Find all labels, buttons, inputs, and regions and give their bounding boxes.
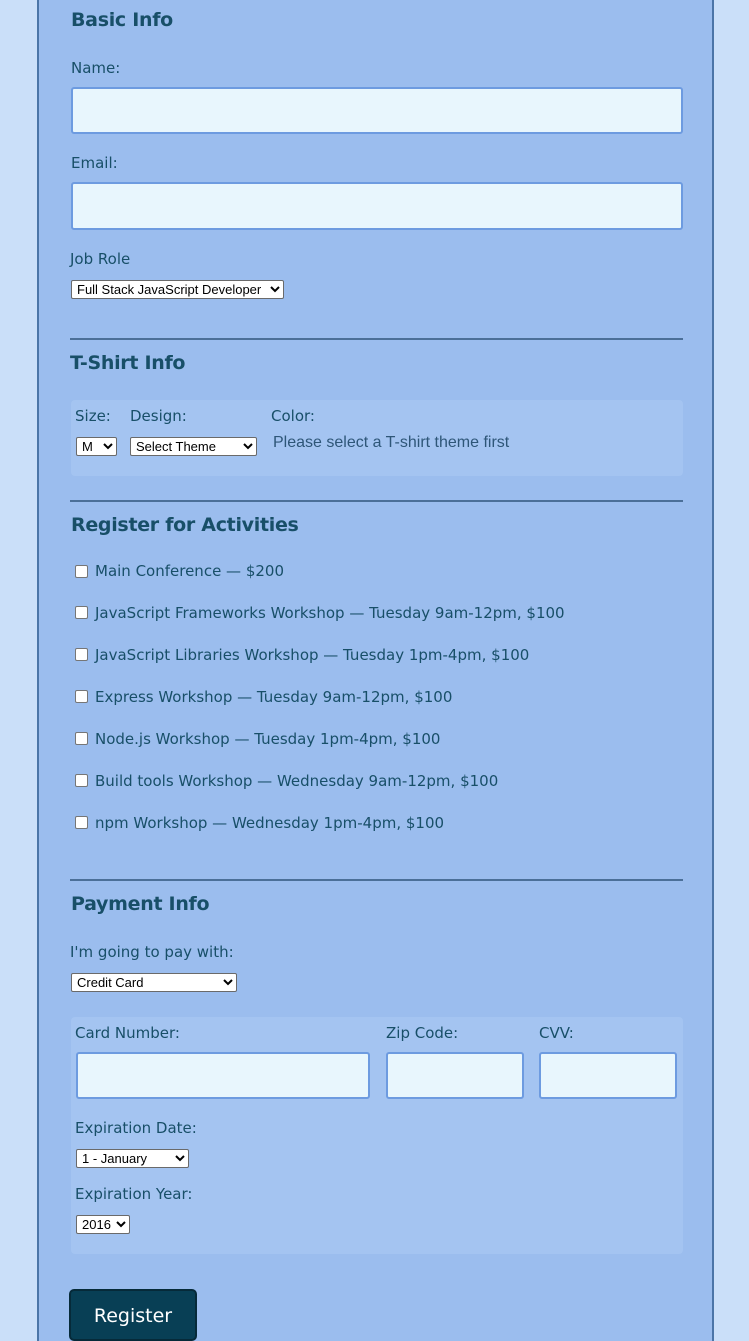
name-input[interactable] — [71, 87, 683, 134]
color-label: Color: — [271, 407, 315, 425]
payment-info-heading: Payment Info — [71, 893, 210, 915]
card-number-input[interactable] — [76, 1052, 370, 1099]
zip-code-label: Zip Code: — [386, 1024, 459, 1042]
activity-label: Express Workshop — Tuesday 9am-12pm, $10… — [95, 688, 453, 706]
register-button[interactable]: Register — [69, 1289, 197, 1341]
activity-label: JavaScript Frameworks Workshop — Tuesday… — [95, 604, 565, 622]
color-hint-text: Please select a T-shirt theme first — [273, 434, 510, 451]
activity-label: npm Workshop — Wednesday 1pm-4pm, $100 — [95, 814, 445, 832]
zip-code-input[interactable] — [386, 1052, 524, 1099]
size-select[interactable]: M — [76, 437, 117, 456]
activity-label: JavaScript Libraries Workshop — Tuesday … — [95, 646, 530, 664]
activity-checkbox[interactable] — [75, 565, 88, 578]
payment-method-label: I'm going to pay with: — [70, 943, 234, 961]
activity-checkbox[interactable] — [75, 690, 88, 703]
tshirt-info-heading: T-Shirt Info — [70, 352, 186, 374]
cvv-input[interactable] — [539, 1052, 677, 1099]
payment-method-select[interactable]: Credit Card — [71, 973, 237, 992]
card-number-label: Card Number: — [75, 1024, 180, 1042]
activity-checkbox[interactable] — [75, 732, 88, 745]
activity-label: Node.js Workshop — Tuesday 1pm-4pm, $100 — [95, 730, 441, 748]
expiration-year-label: Expiration Year: — [75, 1185, 193, 1203]
email-input[interactable] — [71, 182, 683, 230]
design-select[interactable]: Select Theme — [130, 437, 257, 456]
name-label: Name: — [71, 59, 121, 77]
activities-heading: Register for Activities — [71, 514, 299, 536]
section-divider — [70, 338, 683, 340]
activity-label: Main Conference — $200 — [95, 562, 285, 580]
expiration-year-select[interactable]: 2016 — [76, 1215, 130, 1234]
activity-checkbox[interactable] — [75, 816, 88, 829]
expiration-date-label: Expiration Date: — [75, 1119, 197, 1137]
job-role-select[interactable]: Full Stack JavaScript Developer — [71, 280, 284, 299]
basic-info-heading: Basic Info — [71, 9, 173, 31]
activity-checkbox[interactable] — [75, 774, 88, 787]
activity-checkbox[interactable] — [75, 606, 88, 619]
cvv-label: CVV: — [539, 1024, 574, 1042]
design-label: Design: — [130, 407, 187, 425]
job-role-label: Job Role — [70, 250, 131, 268]
activity-label: Build tools Workshop — Wednesday 9am-12p… — [95, 772, 499, 790]
email-label: Email: — [71, 154, 118, 172]
activity-checkbox[interactable] — [75, 648, 88, 661]
section-divider — [70, 500, 683, 502]
size-label: Size: — [75, 407, 111, 425]
expiration-month-select[interactable]: 1 - January — [76, 1149, 189, 1168]
section-divider — [70, 879, 683, 881]
